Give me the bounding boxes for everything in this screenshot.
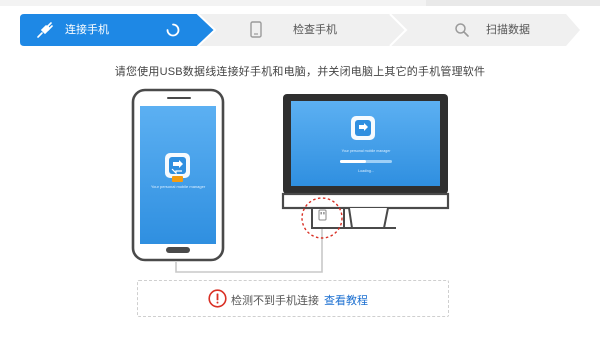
app-logo-icon [165, 153, 190, 182]
connection-status-box: 检测不到手机连接 查看教程 [137, 280, 449, 317]
monitor-screen [291, 101, 440, 186]
usb-plug-icon [318, 209, 327, 221]
phone-screen-caption: Your personal mobile manager [151, 184, 206, 189]
warning-icon [208, 289, 227, 308]
monitor-illustration: Your personal mobile manager Loading... [281, 94, 450, 229]
monitor-app-logo-icon [351, 116, 375, 140]
monitor-progress-text: Loading... [358, 169, 374, 173]
monitor-screen-caption: Your personal mobile manager [342, 149, 392, 153]
phone-illustration: Your personal mobile manager [131, 88, 225, 262]
status-message: 检测不到手机连接 [231, 295, 319, 307]
view-tutorial-link[interactable]: 查看教程 [324, 292, 368, 308]
monitor-progress-fill [340, 160, 366, 163]
phone-home-button [166, 247, 190, 253]
